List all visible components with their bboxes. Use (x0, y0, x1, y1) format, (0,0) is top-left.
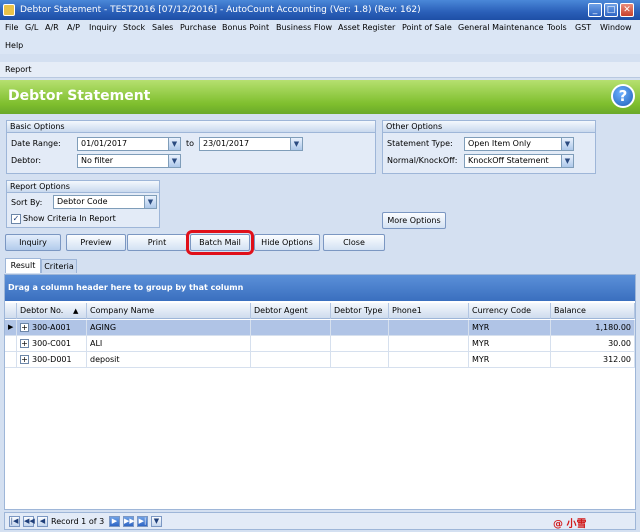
sort-by-select[interactable]: Debtor Code ▼ (53, 195, 157, 209)
table-row[interactable]: ▶ +300-A001 AGING MYR 1,180.00 (5, 320, 635, 336)
prev-page-icon[interactable]: ◀◀ (23, 516, 35, 527)
basic-options-title: Basic Options (7, 121, 375, 133)
menu-help[interactable]: Help (5, 41, 23, 50)
menu-point-of-sale[interactable]: Point of Sale (402, 23, 452, 32)
menu-asset-register[interactable]: Asset Register (338, 23, 395, 32)
print-button[interactable]: Print (127, 234, 187, 251)
title-bar: Debtor Statement - TEST2016 [07/12/2016]… (0, 0, 640, 20)
sort-ascending-icon: ▲ (73, 307, 79, 315)
chevron-down-icon[interactable]: ▼ (561, 138, 573, 150)
menu-ar[interactable]: A/R (45, 23, 59, 32)
statement-type-label: Statement Type: (387, 139, 453, 148)
row-selector-icon: ▶ (5, 320, 17, 335)
expand-icon[interactable]: + (20, 323, 29, 332)
tab-result[interactable]: Result (5, 258, 41, 273)
last-record-icon[interactable]: ▶| (137, 516, 148, 527)
debtor-filter-select[interactable]: No filter ▼ (77, 154, 181, 168)
next-page-icon[interactable]: ▶▶ (123, 516, 135, 527)
menu-bonus-point[interactable]: Bonus Point (222, 23, 269, 32)
next-record-icon[interactable]: ▶ (109, 516, 120, 527)
grid-header: Debtor No. ▲ Company Name Debtor Agent D… (5, 303, 635, 319)
chevron-down-icon[interactable]: ▼ (290, 138, 302, 150)
record-navigator: |◀ ◀◀ ◀ Record 1 of 3 ▶ ▶▶ ▶| ▼ @ 小雪 (4, 512, 636, 530)
menu-business-flow[interactable]: Business Flow (276, 23, 332, 32)
menu-gl[interactable]: G/L (25, 23, 38, 32)
inquiry-button[interactable]: Inquiry (5, 234, 61, 251)
batch-mail-button[interactable]: Batch Mail (186, 230, 254, 255)
group-by-panel[interactable]: Drag a column header here to group by th… (5, 275, 635, 301)
menu-bar: File G/L A/R A/P Inquiry Stock Sales Pur… (0, 20, 640, 54)
menu-gst[interactable]: GST (575, 23, 591, 32)
chevron-down-icon[interactable]: ▼ (168, 155, 180, 167)
nav-dropdown-icon[interactable]: ▼ (151, 516, 162, 527)
column-header-currency-code[interactable]: Currency Code (469, 303, 551, 319)
chevron-down-icon[interactable]: ▼ (168, 138, 180, 150)
expand-icon[interactable]: + (20, 339, 29, 348)
knockoff-label: Normal/KnockOff: (387, 156, 458, 165)
close-button[interactable]: Close (323, 234, 385, 251)
hide-options-button[interactable]: Hide Options (254, 234, 320, 251)
column-header-debtor-no[interactable]: Debtor No. ▲ (17, 303, 87, 319)
column-header-debtor-type[interactable]: Debtor Type (331, 303, 389, 319)
knockoff-select[interactable]: KnockOff Statement ▼ (464, 154, 574, 168)
window-title: Debtor Statement - TEST2016 [07/12/2016]… (20, 5, 421, 15)
menu-stock[interactable]: Stock (123, 23, 145, 32)
menu-ap[interactable]: A/P (67, 23, 80, 32)
maximize-icon[interactable]: □ (604, 3, 618, 17)
expand-icon[interactable]: + (20, 355, 29, 364)
chevron-down-icon[interactable]: ▼ (561, 155, 573, 167)
chevron-down-icon[interactable]: ▼ (144, 196, 156, 208)
app-icon (3, 4, 15, 16)
watermark: @ 小雪 (553, 519, 587, 530)
prev-record-icon[interactable]: ◀ (37, 516, 48, 527)
help-icon[interactable]: ? (611, 84, 635, 108)
column-header-balance[interactable]: Balance (551, 303, 635, 319)
record-count-text: Record 1 of 3 (51, 517, 105, 526)
sort-by-label: Sort By: (11, 198, 43, 207)
tab-criteria[interactable]: Criteria (41, 259, 77, 273)
show-criteria-label: Show Criteria In Report (23, 214, 116, 223)
date-from-field[interactable]: 01/01/2017 ▼ (77, 137, 181, 151)
menu-file[interactable]: File (5, 23, 18, 32)
date-to-field[interactable]: 23/01/2017 ▼ (199, 137, 303, 151)
table-row[interactable]: +300-C001 ALI MYR 30.00 (5, 336, 635, 352)
date-range-label: Date Range: (11, 139, 61, 148)
statement-type-select[interactable]: Open Item Only ▼ (464, 137, 574, 151)
column-header-company-name[interactable]: Company Name (87, 303, 251, 319)
menu-sales[interactable]: Sales (152, 23, 173, 32)
more-options-button[interactable]: More Options (382, 212, 446, 229)
report-options-title: Report Options (7, 181, 159, 193)
column-header-debtor-agent[interactable]: Debtor Agent (251, 303, 331, 319)
menu-general-maintenance[interactable]: General Maintenance (458, 23, 544, 32)
other-options-title: Other Options (383, 121, 595, 133)
report-section-label: Report (0, 62, 640, 78)
show-criteria-checkbox[interactable]: ✓ (11, 214, 21, 224)
close-window-icon[interactable]: ✕ (620, 3, 634, 17)
page-title: Debtor Statement (8, 88, 151, 104)
menu-inquiry[interactable]: Inquiry (89, 23, 117, 32)
table-row[interactable]: +300-D001 deposit MYR 312.00 (5, 352, 635, 368)
first-record-icon[interactable]: |◀ (9, 516, 20, 527)
menu-purchase[interactable]: Purchase (180, 23, 216, 32)
date-to-label: to (186, 139, 195, 148)
row-indicator-header (5, 303, 17, 319)
column-header-phone1[interactable]: Phone1 (389, 303, 469, 319)
preview-button[interactable]: Preview (66, 234, 126, 251)
menu-window[interactable]: Window (600, 23, 632, 32)
minimize-icon[interactable]: _ (588, 3, 602, 17)
menu-tools[interactable]: Tools (547, 23, 567, 32)
result-grid: Drag a column header here to group by th… (4, 274, 636, 510)
page-banner: Debtor Statement (0, 80, 640, 114)
debtor-label: Debtor: (11, 156, 42, 165)
